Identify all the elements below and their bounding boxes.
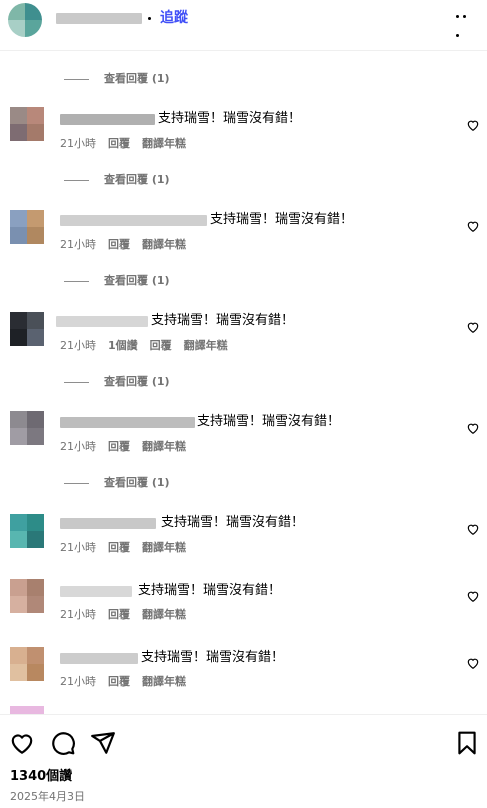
profile-avatar[interactable] bbox=[8, 3, 42, 37]
commenter-name-blurred[interactable] bbox=[60, 586, 132, 597]
commenter-avatar[interactable] bbox=[10, 514, 44, 548]
view-replies-label[interactable]: 查看回覆 (1) bbox=[104, 475, 170, 491]
comment-time: 21小時 bbox=[60, 541, 96, 554]
comment-time: 21小時 bbox=[60, 137, 96, 150]
separator-dot bbox=[148, 17, 151, 20]
commenter-name-blurred[interactable] bbox=[60, 114, 155, 125]
comment-item: 支持瑞雪！瑞雪沒有錯！ 21小時 回覆 翻譯年糕 bbox=[0, 204, 487, 256]
view-replies-label[interactable]: 查看回覆 (1) bbox=[104, 71, 170, 87]
reply-line-divider bbox=[64, 483, 89, 484]
comment-meta: 21小時 1個讚 回覆 翻譯年糕 bbox=[60, 339, 240, 353]
comment-meta: 21小時 回覆 翻譯年糕 bbox=[60, 440, 198, 454]
comment-text: 支持瑞雪！瑞雪沒有錯！ bbox=[197, 414, 341, 429]
translate-link[interactable]: 翻譯年糕 bbox=[142, 675, 186, 688]
commenter-name-blurred[interactable] bbox=[60, 215, 207, 226]
comment-text: 支持瑞雪！瑞雪沒有錯！ bbox=[151, 313, 295, 328]
username-blurred[interactable] bbox=[56, 13, 142, 24]
comment-time: 21小時 bbox=[60, 238, 96, 251]
like-heart-icon[interactable] bbox=[466, 118, 480, 132]
post-date: 2025年4月3日 bbox=[10, 790, 85, 803]
comment-time: 21小時 bbox=[60, 675, 96, 688]
save-bookmark-icon[interactable] bbox=[454, 730, 480, 756]
commenter-avatar[interactable] bbox=[10, 210, 44, 244]
comment-time: 21小時 bbox=[60, 339, 96, 352]
reply-link[interactable]: 回覆 bbox=[108, 137, 130, 150]
comment-text: 支持瑞雪！瑞雪沒有錯！ bbox=[141, 650, 285, 665]
like-heart-icon[interactable] bbox=[9, 730, 35, 756]
commenter-avatar[interactable] bbox=[10, 411, 44, 445]
comment-likes-count[interactable]: 1個讚 bbox=[108, 339, 138, 352]
comment-meta: 21小時 回覆 翻譯年糕 bbox=[60, 608, 198, 622]
comment-meta: 21小時 回覆 翻譯年糕 bbox=[60, 675, 198, 689]
comment-meta: 21小時 回覆 翻譯年糕 bbox=[60, 238, 198, 252]
like-heart-icon[interactable] bbox=[466, 656, 480, 670]
reply-link[interactable]: 回覆 bbox=[108, 440, 130, 453]
commenter-avatar[interactable] bbox=[10, 107, 44, 141]
reply-link[interactable]: 回覆 bbox=[150, 339, 172, 352]
reply-line-divider bbox=[64, 382, 89, 383]
comment-item: 支持瑞雪！瑞雪沒有錯！ 21小時 回覆 翻譯年糕 bbox=[0, 103, 487, 155]
reply-line-divider bbox=[64, 180, 89, 181]
like-heart-icon[interactable] bbox=[466, 219, 480, 233]
like-heart-icon[interactable] bbox=[466, 522, 480, 536]
reply-line-divider bbox=[64, 281, 89, 282]
comment-meta: 21小時 回覆 翻譯年糕 bbox=[60, 541, 198, 555]
translate-link[interactable]: 翻譯年糕 bbox=[142, 608, 186, 621]
view-replies-label[interactable]: 查看回覆 (1) bbox=[104, 172, 170, 188]
commenter-name-blurred[interactable] bbox=[56, 316, 148, 327]
comment-meta: 21小時 回覆 翻譯年糕 bbox=[60, 137, 198, 151]
commenter-name-blurred[interactable] bbox=[60, 518, 156, 529]
comment-item: 支持瑞雪！瑞雪沒有錯！ 21小時 1個讚 回覆 翻譯年糕 bbox=[0, 305, 487, 357]
reply-link[interactable]: 回覆 bbox=[108, 675, 130, 688]
comment-item: 支持瑞雪！瑞雪沒有錯！ 21小時 回覆 翻譯年糕 bbox=[0, 406, 487, 458]
comment-bubble-icon[interactable] bbox=[50, 730, 76, 756]
translate-link[interactable]: 翻譯年糕 bbox=[142, 440, 186, 453]
reply-link[interactable]: 回覆 bbox=[108, 238, 130, 251]
commenter-name-blurred[interactable] bbox=[60, 417, 195, 428]
post-header: 追蹤 bbox=[0, 0, 487, 51]
comment-text: 支持瑞雪！瑞雪沒有錯！ bbox=[210, 212, 354, 227]
comment-text: 支持瑞雪！瑞雪沒有錯！ bbox=[158, 111, 302, 126]
reply-link[interactable]: 回覆 bbox=[108, 541, 130, 554]
commenter-avatar-partial[interactable] bbox=[10, 706, 44, 714]
comment-item: 支持瑞雪！瑞雪沒有錯！ 21小時 回覆 翻譯年糕 bbox=[0, 575, 487, 627]
post-likes-count[interactable]: 1340個讚 bbox=[10, 769, 72, 785]
commenter-avatar[interactable] bbox=[10, 647, 44, 681]
like-heart-icon[interactable] bbox=[466, 320, 480, 334]
view-replies-label[interactable]: 查看回覆 (1) bbox=[104, 374, 170, 390]
translate-link[interactable]: 翻譯年糕 bbox=[142, 541, 186, 554]
commenter-avatar[interactable] bbox=[10, 579, 44, 613]
translate-link[interactable]: 翻譯年糕 bbox=[184, 339, 228, 352]
comment-item: 支持瑞雪！瑞雪沒有錯！ 21小時 回覆 翻譯年糕 bbox=[0, 642, 487, 694]
comment-item: 支持瑞雪！瑞雪沒有錯！ 21小時 回覆 翻譯年糕 bbox=[0, 507, 487, 559]
translate-link[interactable]: 翻譯年糕 bbox=[142, 238, 186, 251]
comment-time: 21小時 bbox=[60, 608, 96, 621]
comment-text: 支持瑞雪！瑞雪沒有錯！ bbox=[138, 583, 282, 598]
translate-link[interactable]: 翻譯年糕 bbox=[142, 137, 186, 150]
like-heart-icon[interactable] bbox=[466, 421, 480, 435]
reply-link[interactable]: 回覆 bbox=[108, 608, 130, 621]
comment-text: 支持瑞雪！瑞雪沒有錯！ bbox=[161, 515, 305, 530]
share-send-icon[interactable] bbox=[90, 730, 116, 756]
commenter-avatar[interactable] bbox=[10, 312, 44, 346]
reply-line-divider bbox=[64, 79, 89, 80]
like-heart-icon[interactable] bbox=[466, 589, 480, 603]
view-replies-label[interactable]: 查看回覆 (1) bbox=[104, 273, 170, 289]
more-options-icon[interactable] bbox=[456, 15, 476, 37]
commenter-name-blurred[interactable] bbox=[60, 653, 138, 664]
follow-button[interactable]: 追蹤 bbox=[160, 9, 188, 27]
comment-time: 21小時 bbox=[60, 440, 96, 453]
